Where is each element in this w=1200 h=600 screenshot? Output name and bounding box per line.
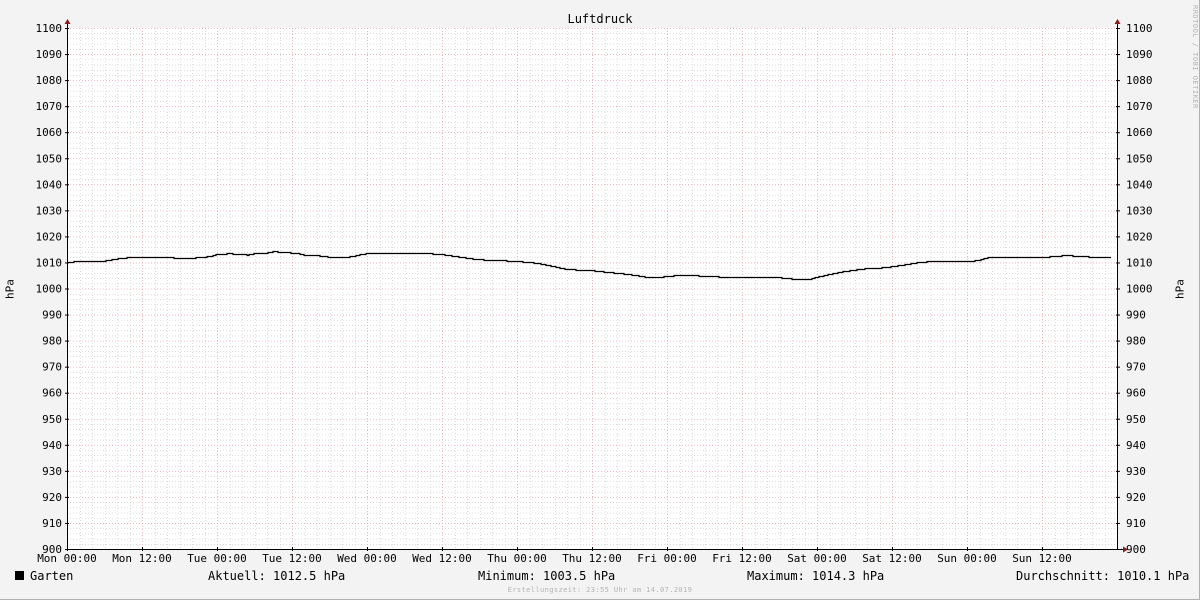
x-tick-label: Sat 12:00 [862, 552, 922, 565]
legend-maximum: Maximum: 1014.3 hPa [747, 569, 885, 583]
y-tick-label-left: 990 [42, 309, 62, 322]
plot-area [67, 28, 1117, 549]
y-tick-label-left: 960 [42, 387, 62, 400]
y-tick-label-left: 1060 [36, 126, 63, 139]
y-tick-label-right: 1080 [1126, 74, 1153, 87]
legend-swatch [15, 571, 24, 580]
x-tick-label: Wed 00:00 [337, 552, 397, 565]
y-tick-label-left: 1020 [36, 230, 63, 243]
y-tick-label-left: 1010 [36, 256, 63, 269]
x-tick-label: Sat 00:00 [787, 552, 847, 565]
y-tick-label-right: 970 [1126, 361, 1146, 374]
creation-timestamp: Erstellungszeit: 23:55 Uhr am 14.07.2019 [507, 586, 693, 594]
y-tick-label-left: 980 [42, 335, 62, 348]
chart-title: Luftdruck [567, 12, 633, 26]
x-tick-label: Mon 00:00 [37, 552, 97, 565]
y-tick-label-right: 950 [1126, 413, 1146, 426]
y-axis-label-right: hPa [1173, 279, 1187, 299]
watermark: RRDTOOL / TOBI OETIKER [1191, 5, 1199, 109]
y-tick-label-left: 1040 [36, 178, 63, 191]
y-tick-label-right: 900 [1126, 543, 1146, 556]
x-tick-label: Sun 00:00 [937, 552, 997, 565]
y-tick-label-right: 920 [1126, 491, 1146, 504]
y-tick-label-left: 940 [42, 439, 62, 452]
x-tick-label: Tue 00:00 [187, 552, 247, 565]
x-tick-label: Sun 12:00 [1012, 552, 1072, 565]
y-tick-label-right: 1090 [1126, 48, 1153, 61]
y-tick-label-right: 1050 [1126, 152, 1153, 165]
y-tick-label-right: 990 [1126, 309, 1146, 322]
legend-minimum: Minimum: 1003.5 hPa [478, 569, 616, 583]
x-tick-label: Mon 12:00 [112, 552, 172, 565]
y-tick-label-right: 910 [1126, 517, 1146, 530]
x-tick-label: Tue 12:00 [262, 552, 322, 565]
y-tick-label-right: 1010 [1126, 256, 1153, 269]
y-tick-label-right: 1030 [1126, 204, 1153, 217]
y-tick-label-right: 1020 [1126, 230, 1153, 243]
y-tick-label-right: 980 [1126, 335, 1146, 348]
y-tick-label-left: 1070 [36, 100, 63, 113]
y-tick-label-left: 1080 [36, 74, 63, 87]
y-tick-label-right: 1060 [1126, 126, 1153, 139]
y-tick-label-left: 1050 [36, 152, 63, 165]
y-tick-label-right: 930 [1126, 465, 1146, 478]
y-tick-label-left: 920 [42, 491, 62, 504]
x-tick-label: Fri 12:00 [712, 552, 772, 565]
legend-current: Aktuell: 1012.5 hPa [208, 569, 346, 583]
y-tick-label-right: 940 [1126, 439, 1146, 452]
y-tick-label-right: 1040 [1126, 178, 1153, 191]
x-tick-label: Fri 00:00 [637, 552, 697, 565]
y-tick-label-left: 1090 [36, 48, 63, 61]
chart-canvas: 900 900910 910920 920930 930940 940950 950960 9… [36, 19, 1153, 565]
x-tick-label: Thu 12:00 [562, 552, 622, 565]
y-tick-label-left: 970 [42, 361, 62, 374]
y-tick-label-right: 1070 [1126, 100, 1153, 113]
legend-average: Durchschnitt: 1010.1 hPa [1016, 569, 1190, 583]
legend-series-name: Garten [30, 569, 74, 583]
x-tick-label: Wed 12:00 [412, 552, 472, 565]
y-tick-label-left: 910 [42, 517, 62, 530]
y-axis-label-left: hPa [3, 279, 17, 299]
y-tick-label-left: 1030 [36, 204, 63, 217]
y-tick-label-left: 950 [42, 413, 62, 426]
x-tick-label: Thu 00:00 [487, 552, 547, 565]
y-tick-label-right: 960 [1126, 387, 1146, 400]
y-tick-label-left: 930 [42, 465, 62, 478]
y-tick-label-right: 1000 [1126, 283, 1153, 296]
y-tick-label-left: 1000 [36, 283, 63, 296]
chart-window: 900 900 910 910 920 920 930 930 940 940 950 950 960 9… [0, 0, 1200, 600]
